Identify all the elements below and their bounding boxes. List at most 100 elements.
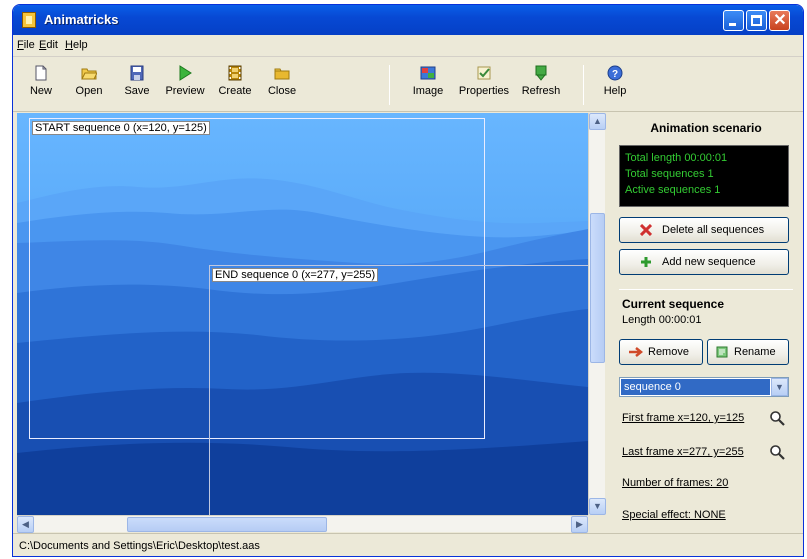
toolbar: New Open Save Preview Create Close Image xyxy=(13,57,803,112)
image-canvas[interactable]: START sequence 0 (x=120, y=125) END sequ… xyxy=(17,113,588,515)
maximize-button[interactable] xyxy=(746,10,767,31)
toolbar-separator xyxy=(389,65,390,105)
first-frame-link[interactable]: First frame x=120, y=125 xyxy=(622,412,744,424)
open-label: Open xyxy=(75,85,103,97)
new-button[interactable]: New xyxy=(15,63,67,107)
window-title: Animatricks xyxy=(44,12,119,27)
last-frame-magnifier-icon[interactable] xyxy=(769,444,785,460)
remove-arrow-icon xyxy=(629,347,644,357)
help-button[interactable]: ? Help xyxy=(593,63,637,107)
scroll-left-button[interactable]: ◀ xyxy=(17,516,34,533)
properties-icon xyxy=(477,66,491,80)
delete-x-icon xyxy=(640,224,652,236)
properties-button[interactable]: Properties xyxy=(453,63,515,107)
scenario-info-box: Total length 00:00:01 Total sequences 1 … xyxy=(619,145,789,207)
special-effect-link[interactable]: Special effect: NONE xyxy=(622,509,726,521)
create-button[interactable]: Create xyxy=(209,63,261,107)
vertical-scroll-thumb[interactable] xyxy=(590,213,605,363)
refresh-button[interactable]: Refresh xyxy=(515,63,567,107)
number-of-frames-link[interactable]: Number of frames: 20 xyxy=(622,477,728,489)
help-label: Help xyxy=(603,85,627,97)
svg-text:?: ? xyxy=(612,69,618,80)
horizontal-scrollbar[interactable]: ◀ ▶ xyxy=(17,515,588,533)
current-sequence-title: Current sequence xyxy=(622,297,725,311)
help-icon: ? xyxy=(607,65,623,81)
panel-divider xyxy=(619,289,793,290)
scroll-down-button[interactable]: ▼ xyxy=(589,498,606,515)
chevron-down-icon[interactable]: ▼ xyxy=(771,378,788,396)
add-new-sequence-label: Add new sequence xyxy=(662,256,756,268)
app-window: Animatricks ✕ File Edit Help New Open Sa… xyxy=(12,4,804,557)
sequence-select-value: sequence 0 xyxy=(621,379,770,395)
image-label: Image xyxy=(412,85,444,97)
play-icon xyxy=(179,65,192,81)
chevron-right-icon: ▶ xyxy=(576,519,583,529)
save-disk-icon xyxy=(130,65,144,81)
remove-sequence-label: Remove xyxy=(648,346,689,358)
close-icon: ✕ xyxy=(773,12,787,29)
add-new-sequence-button[interactable]: Add new sequence xyxy=(619,249,789,275)
close-label: Close xyxy=(267,85,297,97)
close-button[interactable]: Close xyxy=(256,63,308,107)
minimize-button[interactable] xyxy=(723,10,744,31)
refresh-label: Refresh xyxy=(521,85,561,97)
rename-sequence-label: Rename xyxy=(734,346,776,358)
properties-label: Properties xyxy=(458,85,510,97)
menu-help[interactable]: Help xyxy=(65,39,88,51)
last-frame-link[interactable]: Last frame x=277, y=255 xyxy=(622,446,744,458)
vertical-scrollbar[interactable]: ▲ ▼ xyxy=(588,113,606,515)
close-window-button[interactable]: ✕ xyxy=(769,10,790,31)
title-bar[interactable]: Animatricks ✕ xyxy=(13,5,803,35)
status-file-path: C:\Documents and Settings\Eric\Desktop\t… xyxy=(19,540,260,552)
film-icon xyxy=(228,65,242,81)
toolbar-separator xyxy=(583,65,584,105)
start-sequence-label: START sequence 0 (x=120, y=125) xyxy=(32,121,210,135)
save-label: Save xyxy=(124,85,150,97)
save-button[interactable]: Save xyxy=(111,63,163,107)
total-sequences-text: Total sequences 1 xyxy=(625,168,714,180)
panel-title: Animation scenario xyxy=(650,121,762,135)
menu-help-rest: elp xyxy=(72,39,88,51)
status-bar: C:\Documents and Settings\Eric\Desktop\t… xyxy=(13,533,803,556)
horizontal-scroll-thumb[interactable] xyxy=(127,517,327,532)
rename-sequence-button[interactable]: Rename xyxy=(707,339,789,365)
chevron-down-icon: ▼ xyxy=(593,501,602,511)
app-icon xyxy=(22,12,36,28)
end-sequence-label: END sequence 0 (x=277, y=255) xyxy=(212,268,379,282)
first-frame-magnifier-icon[interactable] xyxy=(769,410,785,426)
scroll-up-button[interactable]: ▲ xyxy=(589,113,606,130)
image-button[interactable]: Image xyxy=(402,63,454,107)
preview-button[interactable]: Preview xyxy=(159,63,211,107)
minimize-icon xyxy=(729,23,736,26)
menu-file-rest: ile xyxy=(23,39,35,51)
delete-all-sequences-label: Delete all sequences xyxy=(662,224,765,236)
current-sequence-length: Length 00:00:01 xyxy=(622,314,702,326)
scroll-corner xyxy=(588,515,605,532)
animation-scenario-panel: Animation scenario Total length 00:00:01… xyxy=(609,113,803,533)
menu-bar: File Edit Help xyxy=(13,35,803,57)
new-label: New xyxy=(29,85,52,97)
close-folder-icon xyxy=(274,68,290,80)
chevron-up-icon: ▲ xyxy=(593,116,602,126)
chevron-left-icon: ◀ xyxy=(22,519,29,529)
menu-edit[interactable]: Edit xyxy=(39,39,58,51)
total-length-text: Total length 00:00:01 xyxy=(625,152,728,164)
refresh-icon xyxy=(535,65,547,81)
remove-sequence-button[interactable]: Remove xyxy=(619,339,703,365)
end-sequence-frame[interactable]: END sequence 0 (x=277, y=255) xyxy=(209,265,588,515)
sequence-select[interactable]: sequence 0 ▼ xyxy=(619,377,789,397)
add-plus-icon xyxy=(641,257,651,267)
open-folder-icon xyxy=(81,68,97,80)
menu-help-accel: H xyxy=(65,39,73,51)
create-label: Create xyxy=(218,85,252,97)
new-file-icon xyxy=(35,65,47,81)
image-icon xyxy=(420,66,436,80)
menu-file-accel: F xyxy=(17,39,24,51)
menu-edit-rest: dit xyxy=(46,39,58,51)
maximize-icon xyxy=(751,15,762,26)
menu-file[interactable]: File xyxy=(17,39,35,51)
scroll-right-button[interactable]: ▶ xyxy=(571,516,588,533)
open-button[interactable]: Open xyxy=(63,63,115,107)
delete-all-sequences-button[interactable]: Delete all sequences xyxy=(619,217,789,243)
preview-label: Preview xyxy=(165,85,205,97)
